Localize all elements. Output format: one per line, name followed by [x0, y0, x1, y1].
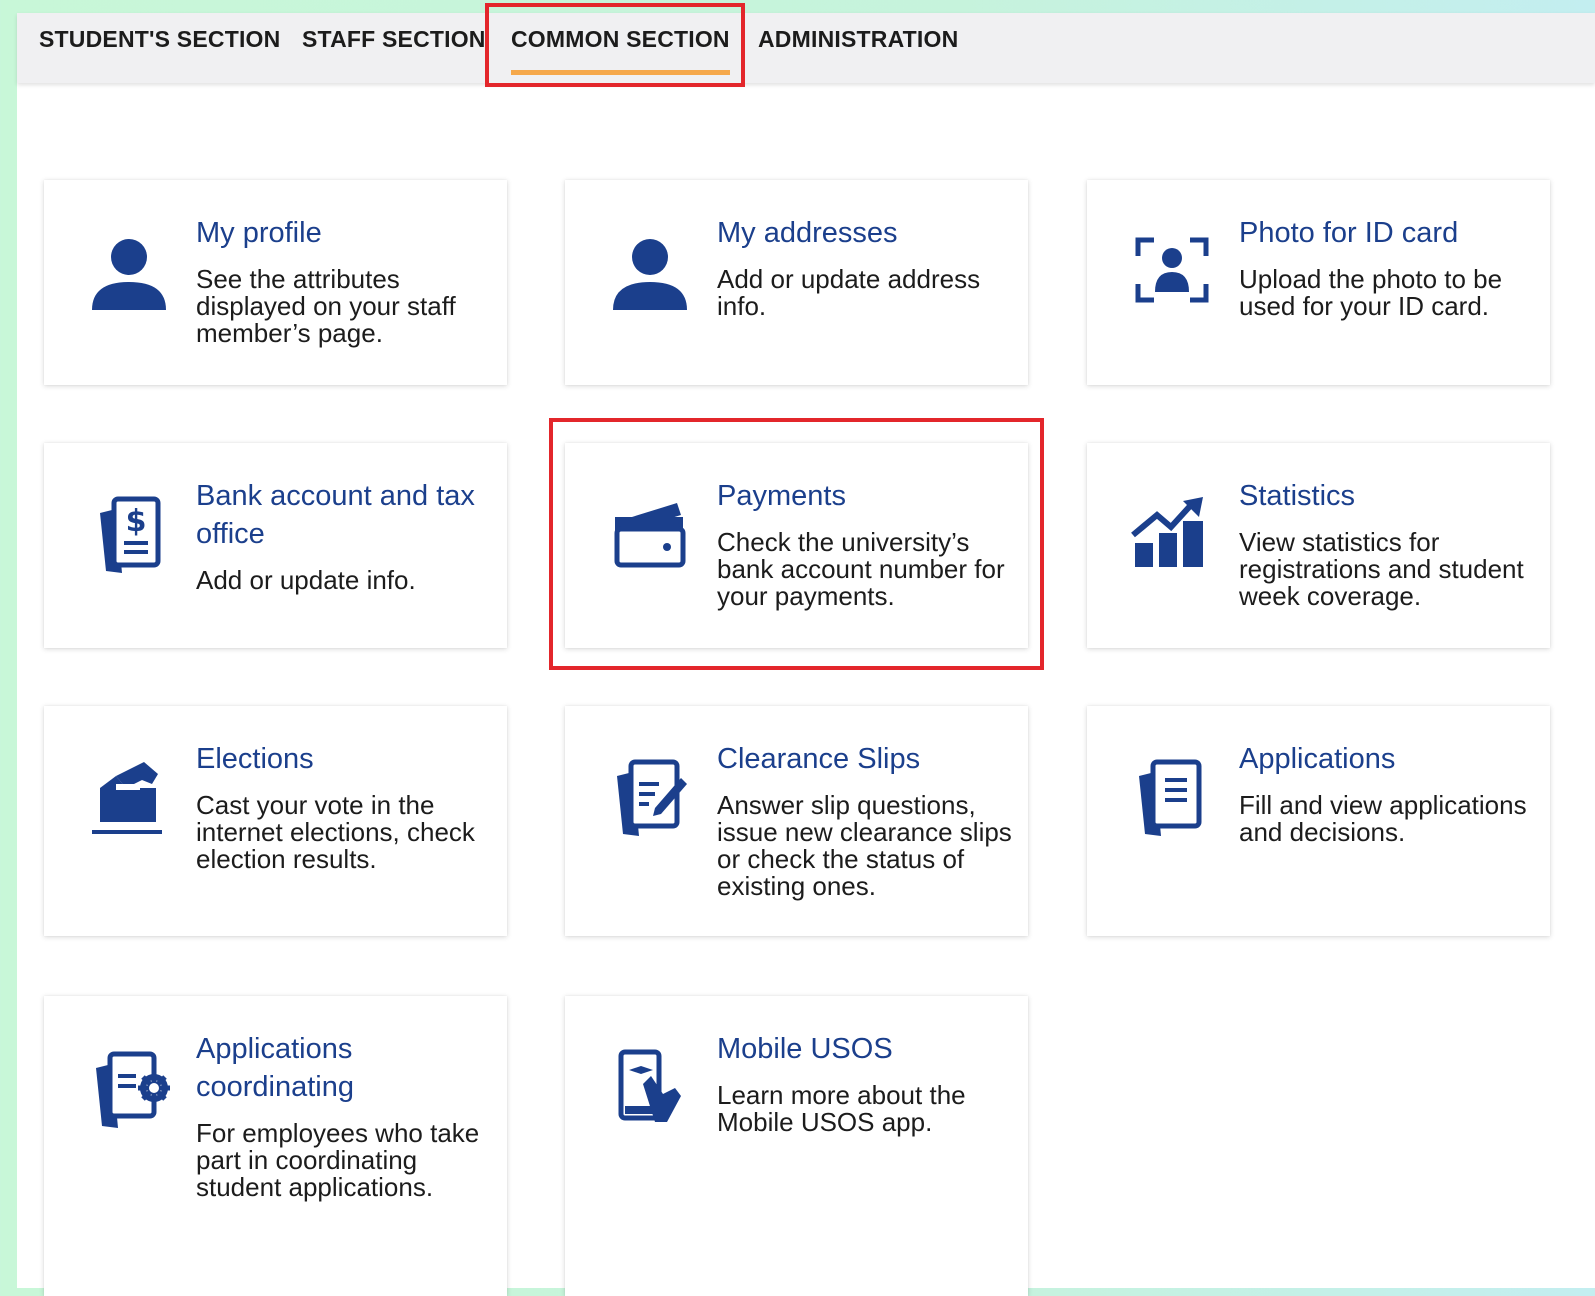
page: STUDENT'S SECTION STAFF SECTION COMMON S…	[17, 3, 1595, 1296]
user-icon	[86, 228, 172, 314]
card-title: My addresses	[717, 217, 898, 249]
user-icon	[607, 228, 693, 314]
card-bank-account-and-tax-office[interactable]: $ Bank account and tax office Add or upd…	[44, 443, 507, 648]
card-description: Upload the photo to be used for your ID …	[1239, 264, 1503, 321]
card-elections[interactable]: Elections Cast your vote in the internet…	[44, 706, 507, 936]
tab-label: STUDENT'S SECTION	[39, 26, 281, 52]
card-my-addresses[interactable]: My addresses Add or update address info.	[565, 180, 1028, 385]
card-title: Clearance Slips	[717, 743, 921, 775]
section-nav: STUDENT'S SECTION STAFF SECTION COMMON S…	[17, 13, 1595, 83]
card-title: Payments	[717, 480, 846, 512]
card-photo-for-id-card[interactable]: Photo for ID card Upload the photo to be…	[1087, 180, 1550, 385]
ballot-box-icon	[86, 754, 172, 840]
wallet-icon	[607, 491, 693, 577]
card-mobile-usos[interactable]: Mobile USOS Learn more about the Mobile …	[565, 996, 1028, 1296]
tab-common-section[interactable]: COMMON SECTION	[511, 13, 730, 83]
card-my-profile[interactable]: My profile See the attributes displayed …	[44, 180, 507, 385]
document-icon	[1129, 754, 1215, 840]
active-tab-indicator	[511, 70, 730, 75]
card-title: Elections	[196, 743, 314, 775]
statistics-icon	[1129, 491, 1215, 577]
document-gear-icon	[86, 1044, 172, 1130]
card-description: Add or update info.	[196, 565, 416, 595]
card-title: My profile	[196, 217, 322, 249]
card-payments[interactable]: Payments Check the university’s bank acc…	[565, 443, 1028, 648]
svg-text:$: $	[126, 504, 147, 539]
tab-administration[interactable]: ADMINISTRATION	[758, 13, 958, 83]
card-applications[interactable]: Applications Fill and view applications …	[1087, 706, 1550, 936]
card-title: Bank account and tax office	[196, 480, 475, 550]
id-photo-icon	[1129, 228, 1215, 314]
card-title: Statistics	[1239, 480, 1356, 512]
card-description: Add or update address info.	[717, 264, 981, 321]
tab-staff-section[interactable]: STAFF SECTION	[302, 13, 486, 83]
card-statistics[interactable]: Statistics View statistics for registrat…	[1087, 443, 1550, 648]
tab-label: COMMON SECTION	[511, 26, 730, 52]
card-title: Applications coordinating	[196, 1033, 354, 1103]
card-description: For employees who take part in coordinat…	[196, 1118, 480, 1202]
card-description: View statistics for registrations and st…	[1239, 527, 1524, 611]
card-title: Photo for ID card	[1239, 217, 1459, 249]
card-title: Applications	[1239, 743, 1396, 775]
card-clearance-slips[interactable]: Clearance Slips Answer slip questions, i…	[565, 706, 1028, 936]
bank-document-icon: $	[86, 491, 172, 577]
tab-label: STAFF SECTION	[302, 26, 486, 52]
tab-students-section[interactable]: STUDENT'S SECTION	[39, 13, 280, 83]
card-description: Answer slip questions, issue new clearan…	[717, 790, 1012, 901]
card-description: Learn more about the Mobile USOS app.	[717, 1080, 966, 1137]
card-applications-coordinating[interactable]: Applications coordinating For employees …	[44, 996, 507, 1296]
card-title: Mobile USOS	[717, 1033, 893, 1065]
mobile-phone-icon	[607, 1044, 693, 1130]
card-description: Check the university’s bank account numb…	[717, 527, 1005, 611]
tab-label: ADMINISTRATION	[758, 26, 959, 52]
card-description: See the attributes displayed on your sta…	[196, 264, 456, 348]
clearance-slip-icon	[607, 754, 693, 840]
card-description: Cast your vote in the internet elections…	[196, 790, 475, 874]
card-description: Fill and view applications and decisions…	[1239, 790, 1527, 847]
